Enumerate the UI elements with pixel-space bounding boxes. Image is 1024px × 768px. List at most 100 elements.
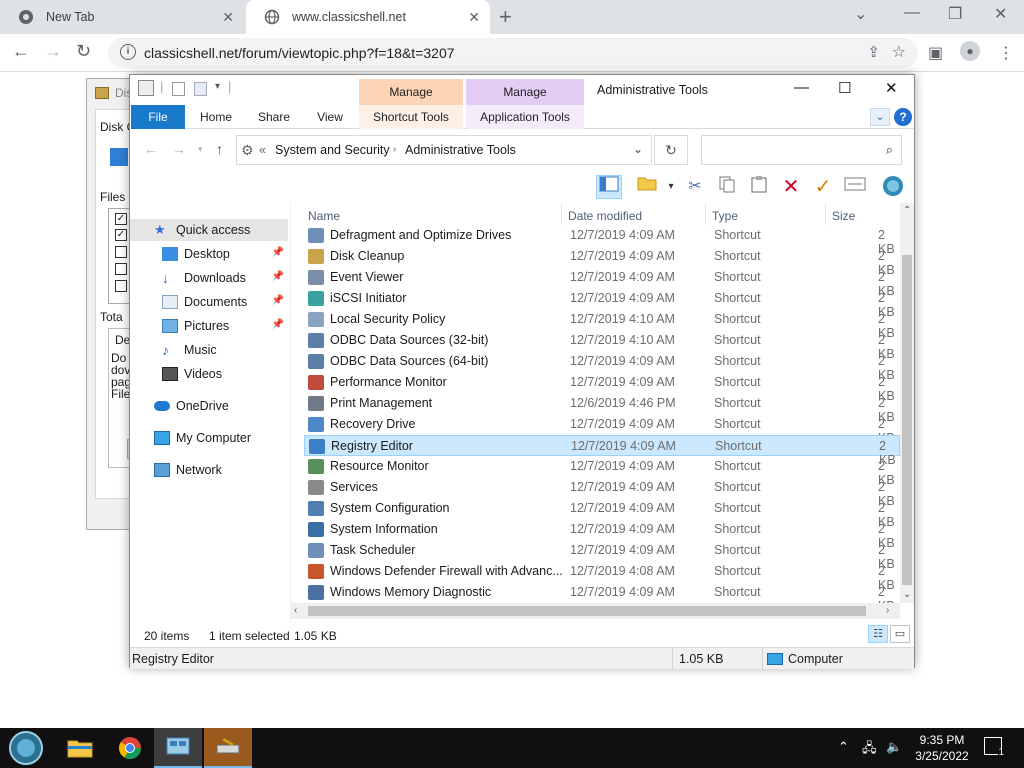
breadcrumb-system-security[interactable]: System and Security: [275, 143, 390, 157]
bookmark-star-icon[interactable]: ☆: [892, 42, 906, 62]
table-row[interactable]: Task Scheduler 12/7/2019 4:09 AM Shortcut 2…: [304, 540, 900, 571]
nav-videos[interactable]: Videos: [130, 363, 288, 385]
nav-documents[interactable]: Documents 📌: [130, 291, 288, 313]
column-header-name[interactable]: Name: [308, 209, 340, 223]
share-icon[interactable]: ⇪: [867, 43, 880, 61]
paste-icon[interactable]: [746, 175, 772, 199]
table-row[interactable]: Local Security Policy 12/7/2019 4:10 AM Sh…: [304, 309, 900, 340]
column-separator[interactable]: [705, 203, 706, 225]
tab-home[interactable]: Home: [194, 105, 238, 129]
new-folder-dropdown-icon[interactable]: ▾: [658, 175, 684, 199]
file-explorer-icon[interactable]: [56, 728, 104, 768]
volume-icon[interactable]: 🔈: [886, 739, 902, 755]
checkbox[interactable]: [115, 263, 127, 275]
breadcrumb[interactable]: ⚙ « System and Security › Administrative…: [236, 135, 652, 165]
chrome-icon[interactable]: [106, 728, 154, 768]
tab-classicshell[interactable]: www.classicshell.net ✕: [246, 0, 490, 34]
nav-music[interactable]: ♪ Music: [130, 339, 288, 361]
navigation-pane-icon[interactable]: [596, 175, 622, 199]
table-row[interactable]: Defragment and Optimize Drives 12/7/2019 …: [304, 225, 900, 256]
restore-icon[interactable]: ❐: [948, 4, 962, 24]
breadcrumb-administrative-tools[interactable]: Administrative Tools: [405, 143, 516, 157]
nav-my-computer[interactable]: My Computer: [130, 427, 288, 449]
large-icons-view-icon[interactable]: ▭: [890, 625, 910, 643]
pane-divider[interactable]: [290, 203, 291, 623]
chevron-down-icon[interactable]: ⌄: [633, 142, 643, 156]
table-row[interactable]: Services 12/7/2019 4:09 AM Shortcut 2 KB: [304, 477, 900, 508]
menu-kebab-icon[interactable]: ⋮: [998, 43, 1014, 63]
close-tab-icon[interactable]: ✕: [222, 9, 234, 26]
url-text[interactable]: classicshell.net/forum/viewtopic.php?f=1…: [144, 45, 455, 61]
column-header-date[interactable]: Date modified: [568, 209, 642, 223]
disk-cleanup-icon[interactable]: [204, 728, 252, 768]
delete-icon[interactable]: ✕: [778, 175, 804, 199]
forward-icon[interactable]: →: [172, 141, 186, 157]
qat-dropdown-icon[interactable]: ▾: [215, 81, 220, 92]
vertical-scrollbar[interactable]: ⌃ ⌄: [900, 203, 914, 603]
close-window-icon[interactable]: ✕: [885, 79, 898, 97]
classic-shell-icon[interactable]: [880, 175, 906, 199]
scroll-up-icon[interactable]: ⌃: [903, 205, 911, 216]
system-clock[interactable]: 9:35 PM 3/25/2022: [912, 732, 972, 764]
tab-shortcut-tools[interactable]: Shortcut Tools: [359, 105, 463, 129]
table-row[interactable]: Windows Memory Diagnostic 12/7/2019 4:09 …: [304, 582, 900, 603]
side-panel-icon[interactable]: ▣: [928, 43, 943, 63]
breadcrumb-overflow[interactable]: «: [259, 143, 266, 157]
nav-network[interactable]: Network: [130, 459, 288, 481]
show-hidden-icons-icon[interactable]: ⌃: [838, 739, 849, 755]
cut-icon[interactable]: ✂: [682, 175, 708, 199]
window-app-icon[interactable]: [138, 80, 154, 96]
tab-new-tab[interactable]: New Tab ✕: [0, 0, 244, 34]
chevron-down-icon[interactable]: ⌄: [854, 4, 867, 24]
search-input[interactable]: ⌕: [701, 135, 902, 165]
scroll-down-icon[interactable]: ⌄: [903, 589, 911, 600]
table-row[interactable]: Registry Editor 12/7/2019 4:09 AM Shortcut…: [304, 435, 900, 467]
column-separator[interactable]: [561, 203, 562, 225]
scroll-thumb[interactable]: [308, 606, 866, 616]
pin-icon[interactable]: 📌: [272, 295, 284, 306]
tab-view[interactable]: View: [310, 105, 350, 129]
table-row[interactable]: Performance Monitor 12/7/2019 4:09 AM Shor…: [304, 372, 900, 403]
network-icon[interactable]: 🖧: [862, 739, 877, 761]
minimize-icon[interactable]: —: [794, 79, 809, 96]
rename-check-icon[interactable]: ✓: [810, 175, 836, 199]
refresh-button[interactable]: ↻: [654, 135, 688, 165]
tab-file[interactable]: File: [131, 105, 185, 129]
properties-icon[interactable]: [842, 175, 868, 199]
help-icon[interactable]: ?: [894, 108, 912, 126]
nav-onedrive[interactable]: OneDrive: [130, 395, 288, 417]
copy-icon[interactable]: [714, 175, 740, 199]
table-row[interactable]: Disk Cleanup 12/7/2019 4:09 AM Shortcut 2 K…: [304, 246, 900, 277]
table-row[interactable]: Windows Defender Firewall with Advanc...…: [304, 561, 900, 592]
table-row[interactable]: ODBC Data Sources (32-bit) 12/7/2019 4:10…: [304, 330, 900, 361]
scroll-right-icon[interactable]: ›: [886, 605, 889, 616]
explorer-title-bar[interactable]: | ▾ | Manage Manage Administrative Tools…: [130, 75, 914, 105]
properties-icon[interactable]: [172, 82, 185, 96]
forward-icon[interactable]: →: [44, 41, 62, 62]
address-bar[interactable]: i classicshell.net/forum/viewtopic.php?f…: [108, 38, 918, 68]
table-row[interactable]: ODBC Data Sources (64-bit) 12/7/2019 4:09…: [304, 351, 900, 382]
column-separator[interactable]: [825, 203, 826, 225]
scroll-left-icon[interactable]: ‹: [294, 605, 297, 616]
pin-icon[interactable]: 📌: [272, 247, 284, 258]
maximize-icon[interactable]: ☐: [838, 79, 851, 97]
table-row[interactable]: Resource Monitor 12/7/2019 4:09 AM Shortcu…: [304, 456, 900, 487]
new-folder-icon[interactable]: [194, 82, 207, 96]
nav-desktop[interactable]: Desktop 📌: [130, 243, 288, 265]
new-tab-icon[interactable]: +: [499, 4, 512, 30]
back-icon[interactable]: ←: [12, 41, 30, 62]
checkbox[interactable]: [115, 246, 127, 258]
table-row[interactable]: System Configuration 12/7/2019 4:09 AM Sho…: [304, 498, 900, 529]
horizontal-scrollbar[interactable]: ‹ ›: [290, 603, 900, 619]
table-row[interactable]: Print Management 12/6/2019 4:46 PM Shortcu…: [304, 393, 900, 424]
scroll-thumb[interactable]: [902, 255, 912, 585]
tab-share[interactable]: Share: [252, 105, 296, 129]
checkbox[interactable]: [115, 280, 127, 292]
reload-icon[interactable]: ↻: [76, 41, 91, 62]
pin-icon[interactable]: 📌: [272, 319, 284, 330]
minimize-icon[interactable]: —: [904, 4, 920, 22]
details-view-icon[interactable]: ☷: [868, 625, 888, 643]
expand-ribbon-icon[interactable]: ⌄: [870, 108, 890, 126]
new-folder-icon[interactable]: [634, 175, 660, 199]
back-icon[interactable]: ←: [144, 141, 158, 157]
